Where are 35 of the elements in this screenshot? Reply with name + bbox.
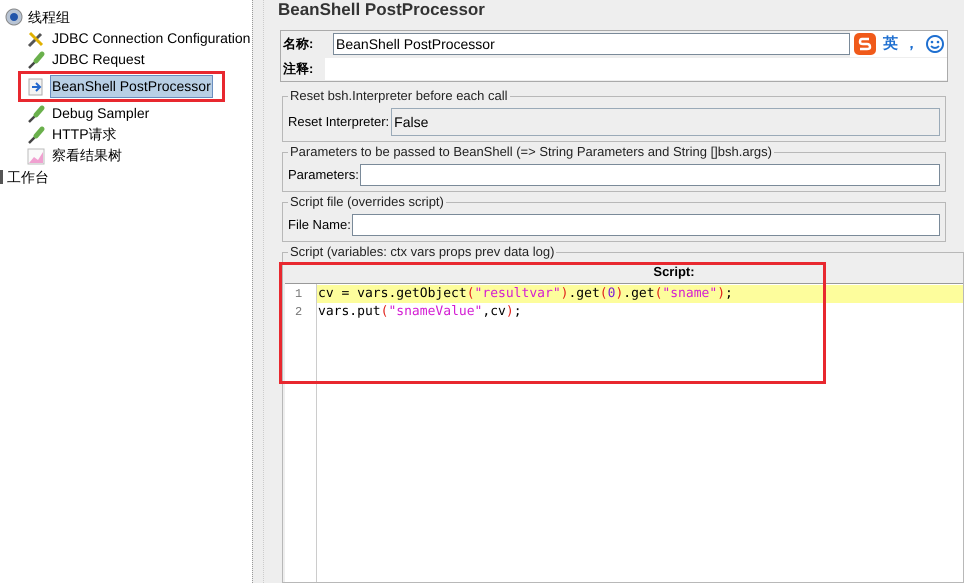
smiley-icon[interactable] <box>925 34 945 54</box>
pipette-icon <box>26 124 46 144</box>
chart-icon <box>26 146 46 166</box>
tree-item[interactable]: BeanShell PostProcessor <box>50 75 213 98</box>
script-header: Script: <box>652 263 696 281</box>
field-label: 名称: <box>283 35 314 54</box>
parameters-field[interactable] <box>360 164 940 186</box>
tree-item[interactable]: JDBC Connection Configuration <box>50 27 252 50</box>
group-title: Script file (overrides script) <box>288 194 446 210</box>
comment-field[interactable] <box>325 58 947 80</box>
line-number: 1 <box>294 286 304 303</box>
field-label: File Name: <box>288 216 351 234</box>
group-title: Script (variables: ctx vars props prev data log) <box>288 244 556 260</box>
pipette-icon <box>26 104 46 124</box>
s-logo-icon[interactable] <box>853 32 877 56</box>
ime-punctuation[interactable]: ， <box>904 32 919 56</box>
group-title: Parameters to be passed to BeanShell (=> String Parameters and String []bsh.args) <box>288 144 774 160</box>
file-name-field[interactable] <box>352 214 940 236</box>
field-label: Parameters: <box>288 166 359 184</box>
reset-dropdown[interactable]: False <box>391 108 940 136</box>
name-field[interactable]: BeanShell PostProcessor <box>333 33 850 55</box>
tree-handle <box>0 170 3 184</box>
panel-title: BeanShell PostProcessor <box>277 0 486 21</box>
tree-item[interactable]: 线程组 <box>28 6 70 28</box>
field-label: Reset Interpreter: <box>288 113 390 132</box>
pipette-icon <box>26 50 46 70</box>
ime-language[interactable]: 英 <box>883 32 898 56</box>
line-number: 2 <box>294 304 304 321</box>
field-label: 注释: <box>283 60 314 78</box>
tree-item[interactable]: 工作台 <box>7 166 49 188</box>
group-title: Reset bsh.Interpreter before each call <box>288 88 510 104</box>
tree-item[interactable]: JDBC Request <box>50 48 147 71</box>
tree-item[interactable]: 察看结果树 <box>50 144 124 167</box>
tree-item[interactable]: HTTP请求 <box>50 123 119 146</box>
tree-item[interactable]: Debug Sampler <box>50 102 152 125</box>
